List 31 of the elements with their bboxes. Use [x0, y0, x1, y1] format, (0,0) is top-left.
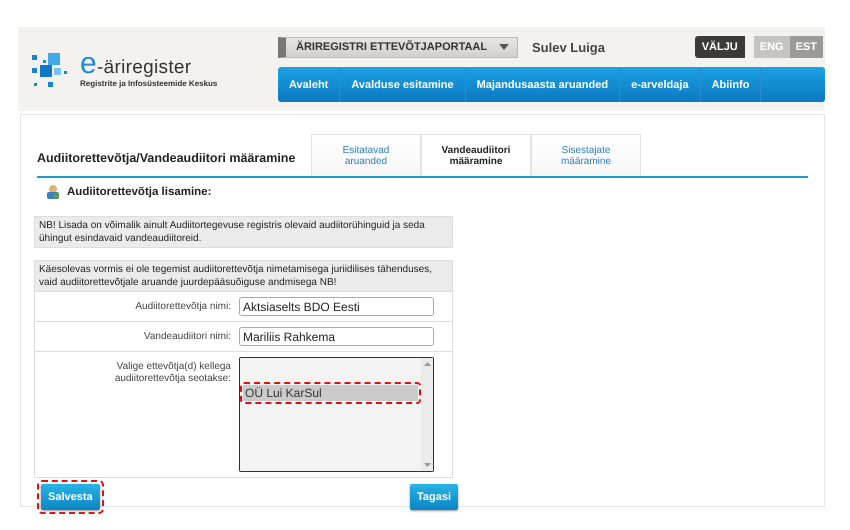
scroll-down-icon[interactable] — [424, 463, 430, 467]
back-button[interactable]: Tagasi — [410, 484, 458, 510]
text-field[interactable]: Mariliis Rahkema — [239, 327, 434, 346]
tab[interactable]: Vandeaudiitori määramine — [421, 134, 531, 176]
list-option[interactable]: OÜ Lui KarSul — [243, 385, 418, 401]
user-name: Sulev Luiga — [532, 40, 606, 54]
page-title: Audiitorettevõtja/Vandeaudiitori määramine — [37, 151, 296, 167]
field-label: Vandeaudiitori nimi: — [142, 330, 232, 344]
nav-item[interactable]: e-arveldaja — [620, 67, 701, 102]
form-intro: Käesolevas vormis ei ole tegemist audiitorettevõtja nimetamisega juriidilises tähenduses, vaid audiitorettevõtjale aruande juurdepääsuõiguse andmisega NB! — [35, 261, 452, 291]
company-listbox[interactable]: OÜ Lui KarSul — [239, 357, 434, 472]
logout-button[interactable]: VÄLJU — [694, 36, 745, 58]
tab[interactable]: Esitatavad aruanded — [311, 134, 421, 176]
auditor-icon — [45, 184, 61, 200]
save-button[interactable]: Salvesta — [41, 484, 100, 510]
logo-subtitle: Registrite ja Infosüsteemide Keskus — [80, 79, 218, 88]
scroll-up-icon[interactable] — [424, 362, 430, 366]
portal-select[interactable]: ÄRIREGISTRI ETTEVÕTJAPORTAAL — [278, 36, 518, 58]
text-field[interactable]: Aktsiaselts BDO Eesti — [239, 297, 434, 316]
field-label: Valige ettevõtja(d) kellega audiitorettevõtja seotakse: — [114, 360, 232, 386]
notice-text: NB! Lisada on võimalik ainult Audiitortegevuse registris olevaid audiitorühinguid ja seda ühingut esindavaid vandeaudiitoreid. — [34, 216, 453, 248]
language-button[interactable]: EST — [790, 36, 823, 58]
section-title: Audiitorettevõtja lisamine: — [67, 186, 212, 198]
logo-title: e-äriregister — [80, 54, 192, 78]
caret-icon — [499, 44, 509, 50]
nav-item[interactable]: Abiinfo — [700, 67, 762, 102]
field-label: Audiitorettevõtja nimi: — [134, 300, 232, 314]
nav-item[interactable]: Avaleht — [278, 67, 340, 102]
nav-item[interactable]: Avalduse esitamine — [340, 67, 466, 102]
tab[interactable]: Sisestajate määramine — [531, 134, 641, 176]
nav-item[interactable]: Majandusaasta aruanded — [466, 67, 620, 102]
